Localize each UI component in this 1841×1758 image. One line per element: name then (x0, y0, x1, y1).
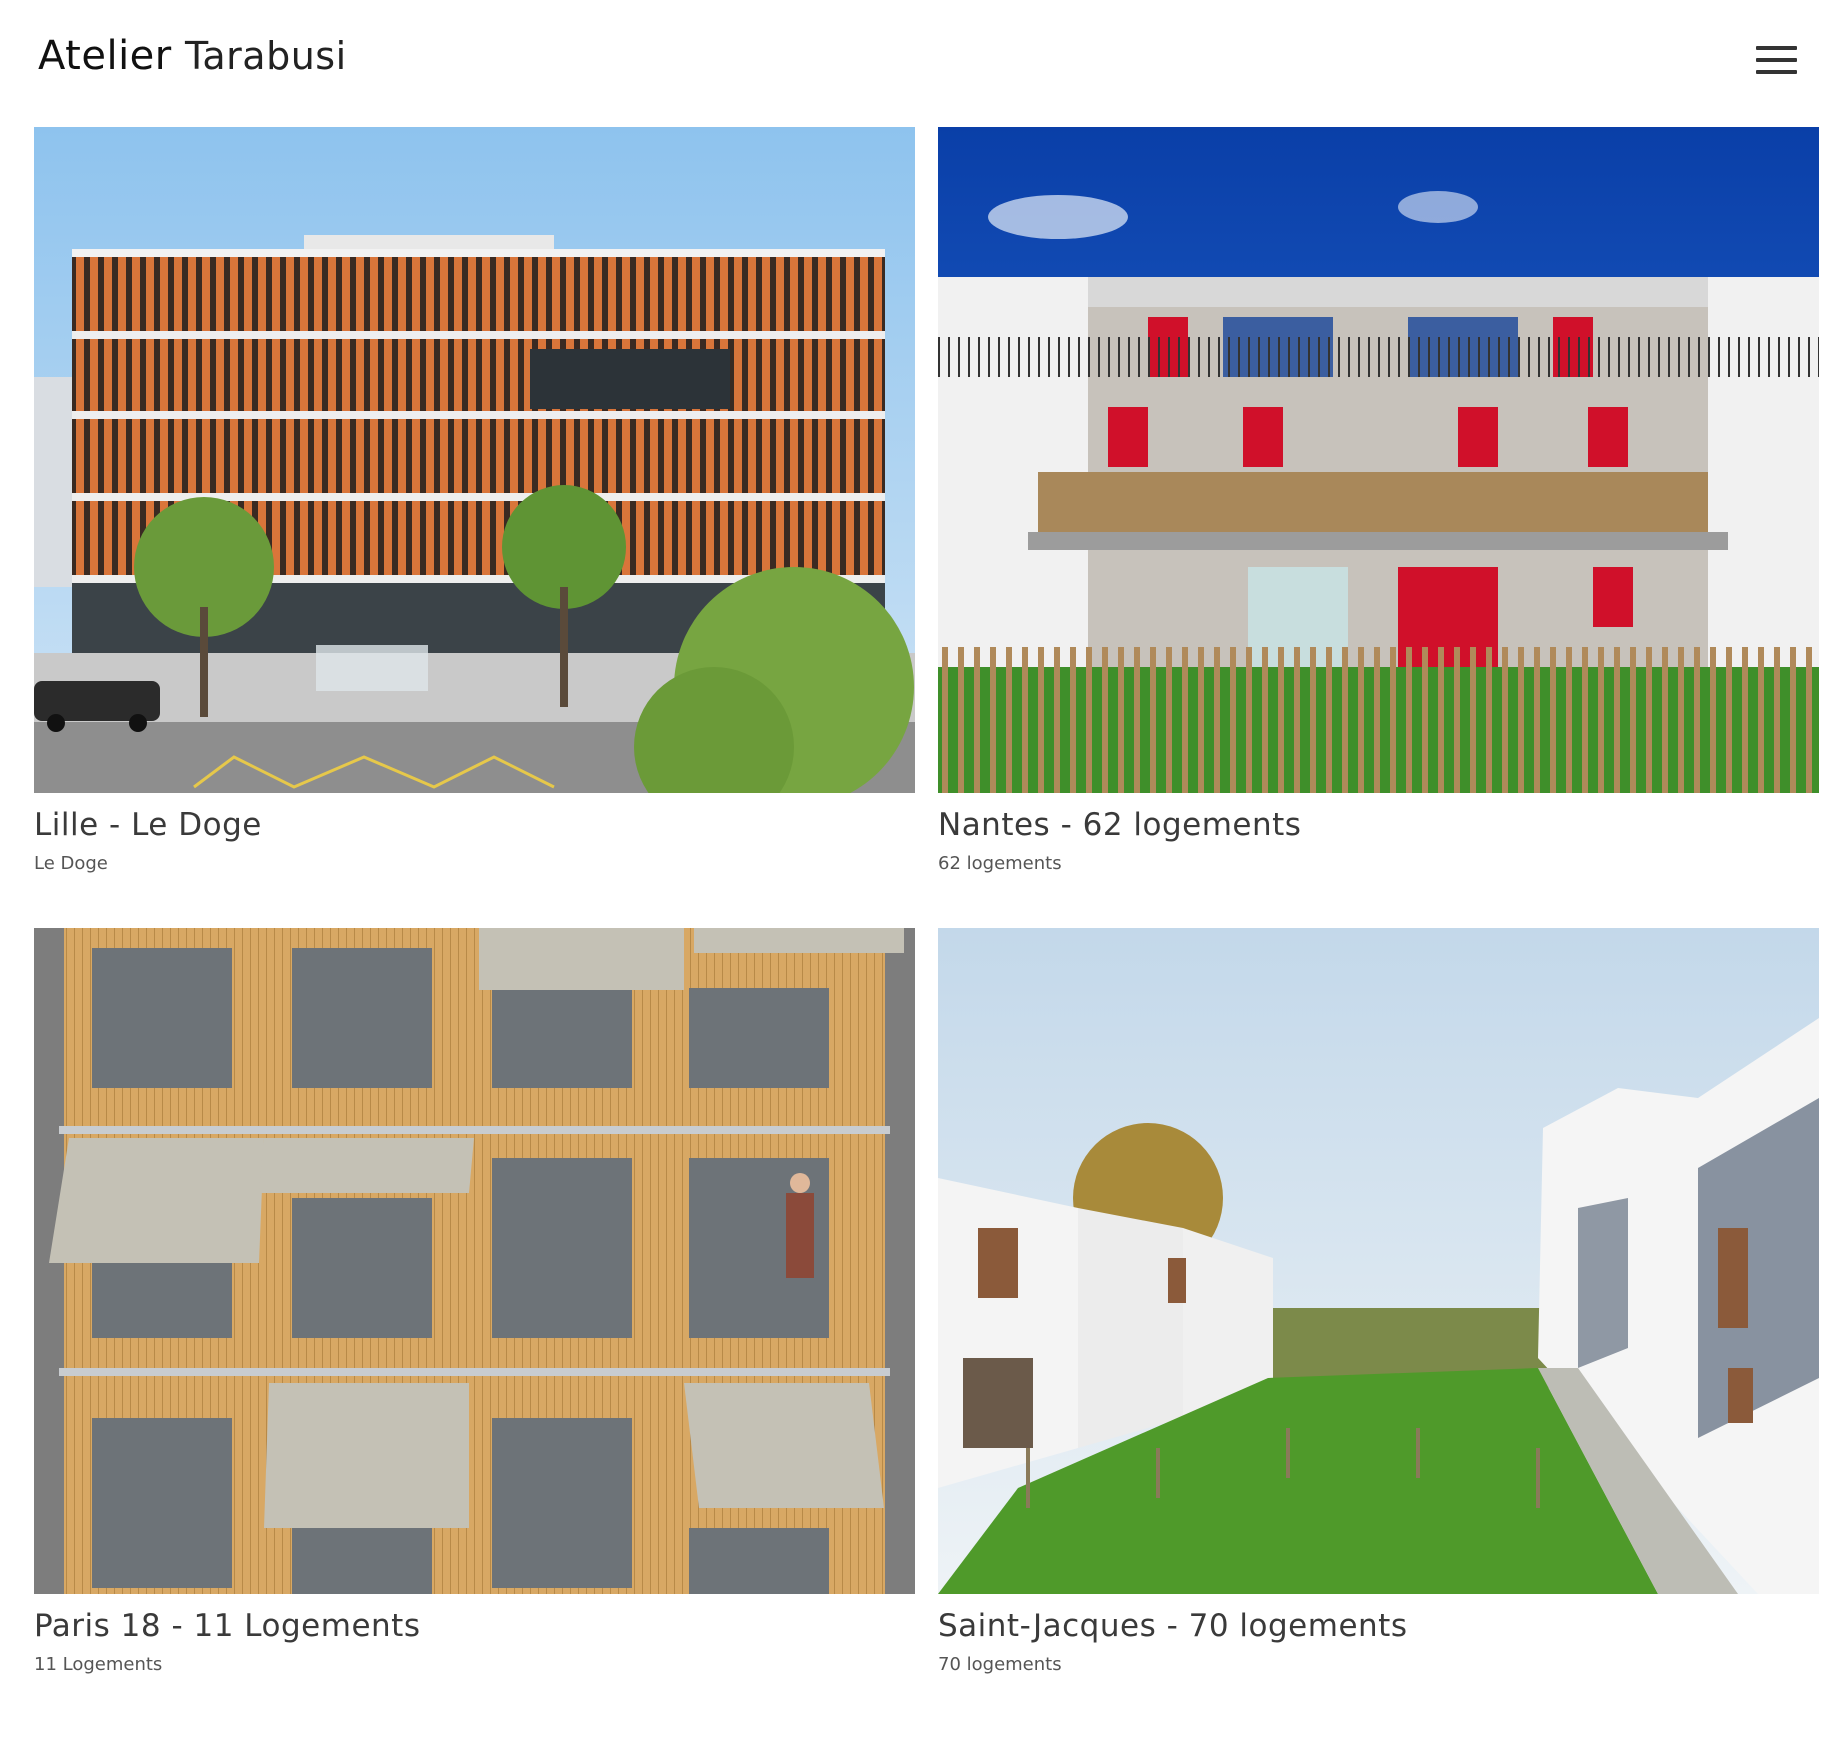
project-image-paris-18[interactable] (34, 928, 915, 1594)
logo-second-word: Tarabusi (184, 34, 347, 78)
site-header: Atelier Tarabusi (0, 0, 1841, 110)
project-image-saint-jacques[interactable] (938, 928, 1819, 1594)
logo-first-word: Atelier (38, 33, 172, 79)
project-title[interactable]: Nantes - 62 logements (938, 807, 1301, 843)
project-title[interactable]: Saint-Jacques - 70 logements (938, 1608, 1407, 1644)
project-card-lille[interactable]: Lille - Le Doge Le Doge (34, 127, 915, 874)
project-card-saint-jacques[interactable]: Saint-Jacques - 70 logements 70 logement… (938, 928, 1819, 1675)
site-logo[interactable]: Atelier Tarabusi (38, 30, 347, 82)
project-subtitle: 11 Logements (34, 1654, 163, 1675)
project-subtitle: Le Doge (34, 853, 108, 874)
project-title[interactable]: Lille - Le Doge (34, 807, 262, 843)
project-card-nantes[interactable]: Nantes - 62 logements 62 logements (938, 127, 1819, 874)
project-card-paris-18[interactable]: Paris 18 - 11 Logements 11 Logements (34, 928, 915, 1675)
project-subtitle: 70 logements (938, 1654, 1062, 1675)
project-image-nantes[interactable] (938, 127, 1819, 793)
project-image-lille[interactable] (34, 127, 915, 793)
hamburger-menu-icon[interactable] (1752, 43, 1800, 77)
project-subtitle: 62 logements (938, 853, 1062, 874)
project-title[interactable]: Paris 18 - 11 Logements (34, 1608, 420, 1644)
